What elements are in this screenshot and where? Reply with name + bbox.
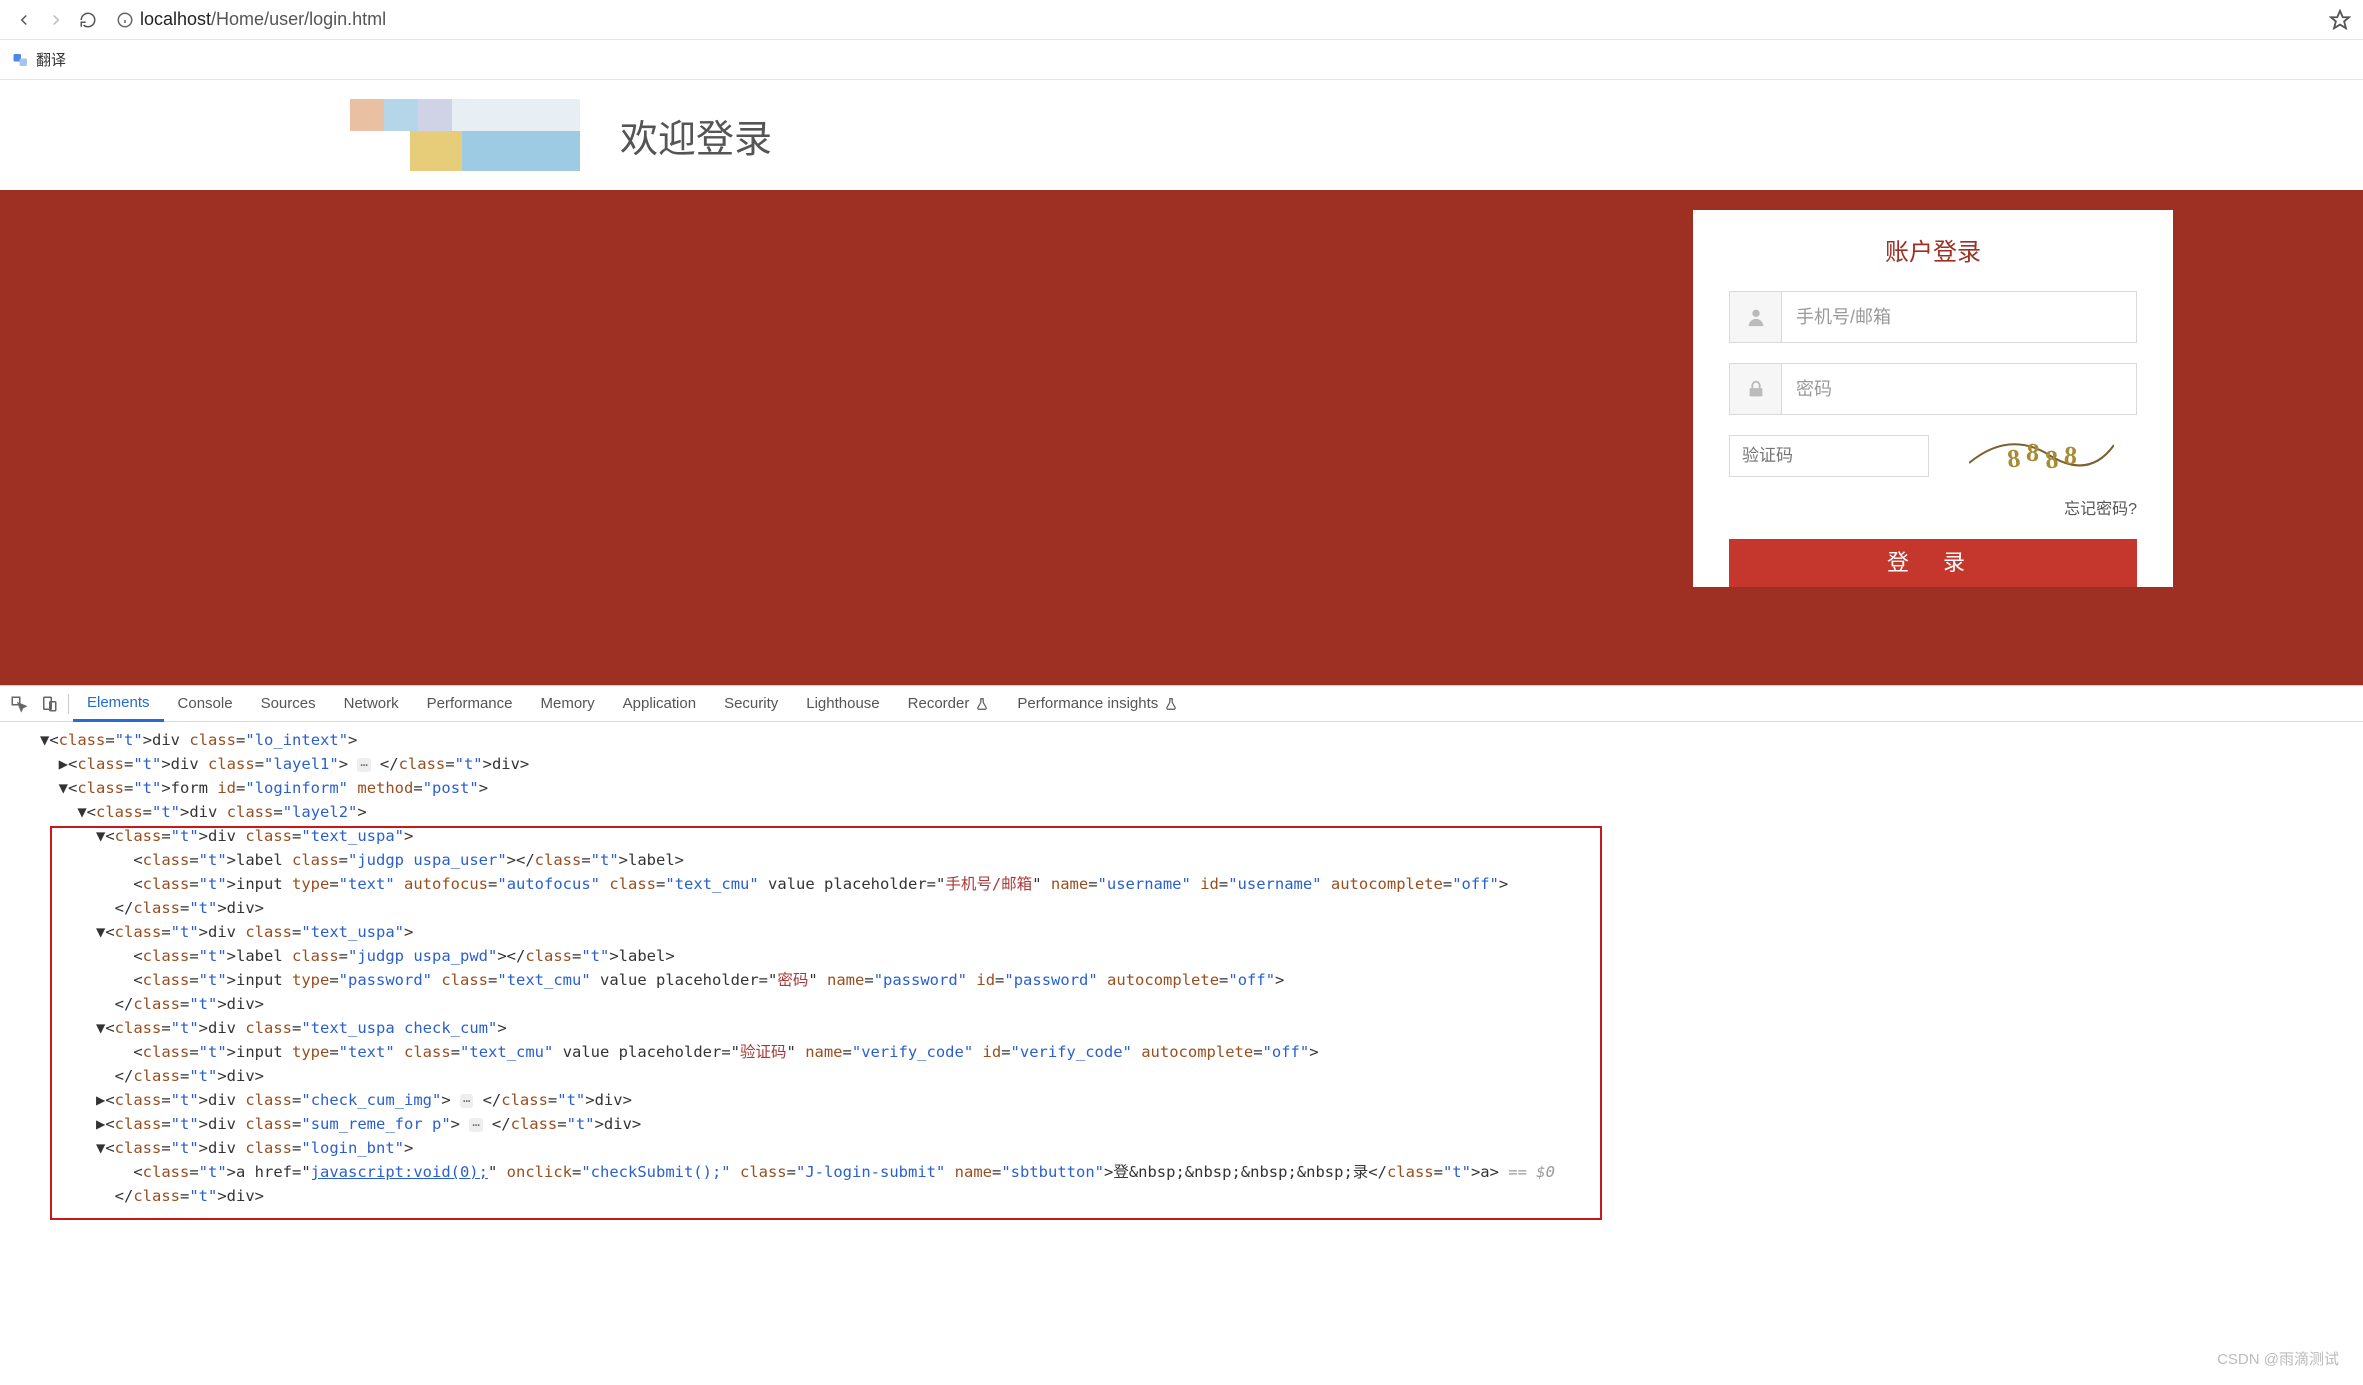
bookmark-star-icon[interactable] [2329, 9, 2351, 31]
back-button[interactable] [12, 8, 36, 32]
devtools-tabs: Elements Console Sources Network Perform… [0, 686, 2363, 722]
device-icon[interactable] [34, 689, 64, 719]
logo [350, 99, 580, 171]
address-bar[interactable]: localhost/Home/user/login.html [108, 6, 2321, 34]
page-title: 欢迎登录 [620, 108, 772, 163]
user-icon [1730, 292, 1782, 342]
info-icon [116, 11, 134, 29]
tab-lighthouse[interactable]: Lighthouse [792, 686, 893, 722]
tab-network[interactable]: Network [330, 686, 413, 722]
bookmark-bar: 翻译 [0, 40, 2363, 80]
dom-tree[interactable]: ▼<class="t">div class="lo_intext"> ▶<cla… [0, 722, 2363, 1228]
tab-performance[interactable]: Performance [413, 686, 527, 722]
tab-console[interactable]: Console [164, 686, 247, 722]
username-input[interactable] [1782, 292, 2136, 342]
password-input[interactable] [1782, 364, 2136, 414]
page-header: 欢迎登录 [0, 80, 2363, 190]
browser-toolbar: localhost/Home/user/login.html [0, 0, 2363, 40]
tab-performance-insights[interactable]: Performance insights [1003, 686, 1192, 722]
tab-application[interactable]: Application [609, 686, 710, 722]
translate-icon [12, 51, 30, 69]
password-field [1729, 363, 2137, 415]
devtools-panel: Elements Console Sources Network Perform… [0, 685, 2363, 1228]
login-button[interactable]: 登 录 [1729, 539, 2137, 587]
username-field [1729, 291, 2137, 343]
tab-security[interactable]: Security [710, 686, 792, 722]
forgot-password-link[interactable]: 忘记密码? [1729, 495, 2137, 519]
login-card: 账户登录 8 8 8 8 忘 [1693, 210, 2173, 587]
tab-sources[interactable]: Sources [247, 686, 330, 722]
login-card-title: 账户登录 [1729, 232, 2137, 267]
url-text: localhost/Home/user/login.html [140, 9, 386, 30]
captcha-image[interactable]: 8 8 8 8 [1969, 435, 2114, 477]
captcha-input[interactable] [1729, 435, 1929, 477]
forward-button[interactable] [44, 8, 68, 32]
flask-icon [975, 697, 989, 711]
bookmark-item[interactable]: 翻译 [36, 49, 66, 70]
inspect-icon[interactable] [4, 689, 34, 719]
watermark: CSDN @雨滴测试 [2217, 1348, 2339, 1369]
captcha-row: 8 8 8 8 [1729, 435, 2137, 477]
flask-icon [1164, 697, 1178, 711]
lock-icon [1730, 364, 1782, 414]
tab-recorder[interactable]: Recorder [894, 686, 1004, 722]
tab-elements[interactable]: Elements [73, 686, 164, 722]
tab-memory[interactable]: Memory [527, 686, 609, 722]
reload-button[interactable] [76, 8, 100, 32]
hero-banner: 账户登录 8 8 8 8 忘 [0, 190, 2363, 685]
